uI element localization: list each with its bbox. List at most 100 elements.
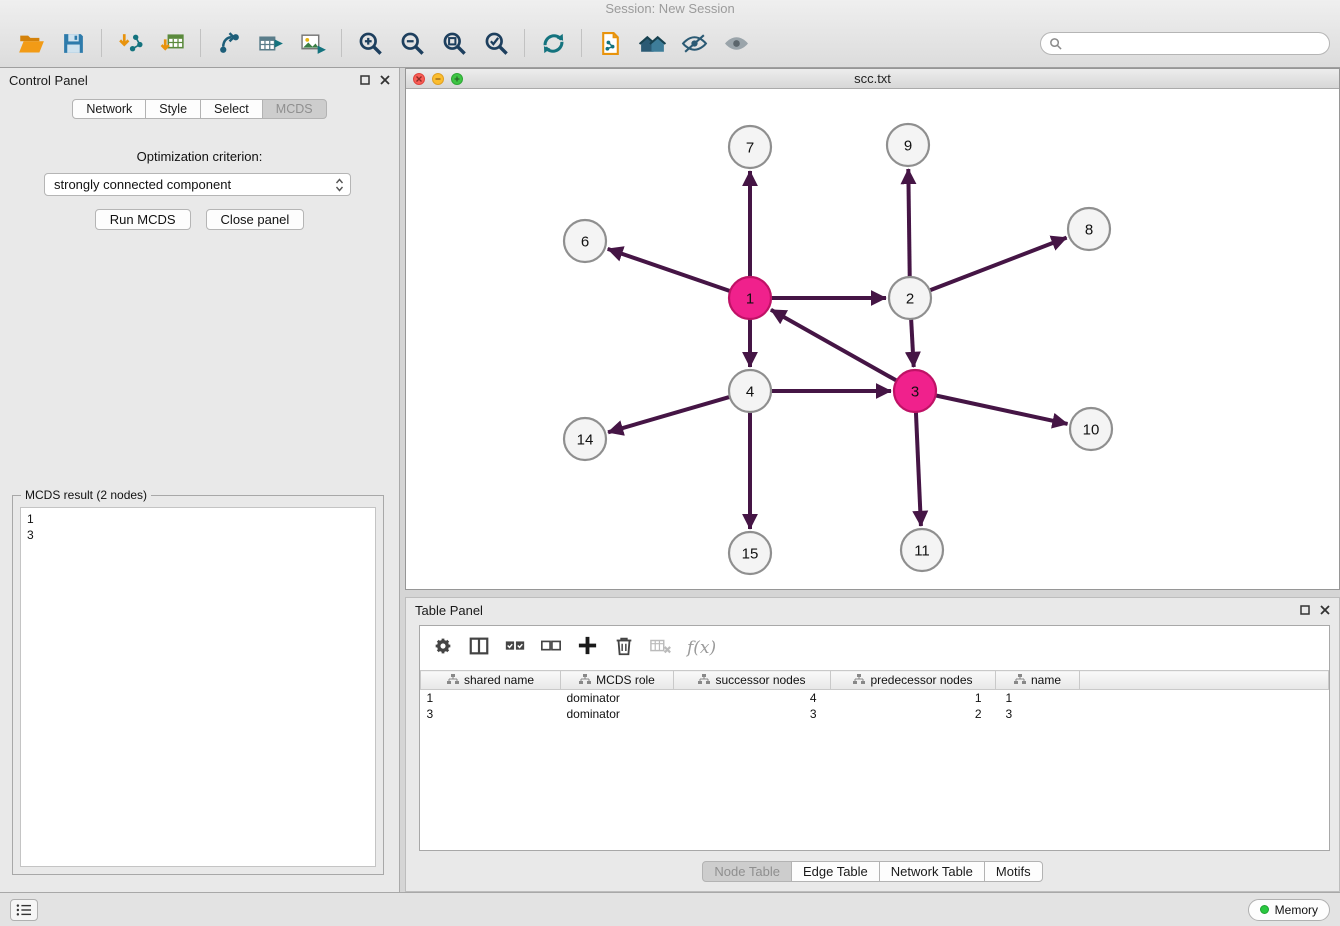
column-header-name[interactable]: name — [996, 671, 1080, 690]
new-network-icon — [217, 31, 242, 56]
column-header-successor-nodes[interactable]: successor nodes — [674, 671, 831, 690]
float-panel-button[interactable] — [360, 75, 370, 85]
save-session-button[interactable] — [52, 24, 94, 62]
paste-network-button[interactable] — [589, 24, 631, 62]
column-header-MCDS-role[interactable]: MCDS role — [561, 671, 674, 690]
search-input[interactable] — [1067, 36, 1321, 50]
column-header-shared-name[interactable]: shared name — [421, 671, 561, 690]
table-cell: 3 — [421, 706, 561, 722]
export-image-button[interactable] — [292, 24, 334, 62]
minimize-window-button[interactable] — [432, 73, 444, 85]
graph-node-14[interactable]: 14 — [564, 418, 606, 460]
tab-network-table[interactable]: Network Table — [879, 861, 985, 882]
graph-edge-3-10[interactable] — [934, 395, 1068, 424]
graph-node-6[interactable]: 6 — [564, 220, 606, 262]
tab-edge-table[interactable]: Edge Table — [791, 861, 880, 882]
graph-edge-3-1[interactable] — [771, 310, 899, 382]
import-table-button[interactable] — [151, 24, 193, 62]
optimization-criterion-select[interactable]: strongly connected component — [44, 173, 351, 196]
close-window-button[interactable] — [413, 73, 425, 85]
graph-node-8[interactable]: 8 — [1068, 208, 1110, 250]
export-image-icon — [300, 31, 327, 56]
table-row[interactable]: 1dominator411 — [421, 690, 1329, 706]
visibility-off-button[interactable] — [673, 24, 715, 62]
minimize-icon — [434, 75, 442, 83]
table-panel: Table Panel — [405, 597, 1340, 892]
zoom-fit-button[interactable] — [433, 24, 475, 62]
open-session-button[interactable] — [10, 24, 52, 62]
attribute-type-icon — [1014, 674, 1026, 685]
graph-node-label: 8 — [1085, 222, 1093, 239]
graph-edge-3-11[interactable] — [916, 410, 921, 526]
table-cell: 4 — [674, 690, 831, 706]
graph-node-label: 2 — [906, 291, 914, 308]
zoom-selected-button[interactable] — [475, 24, 517, 62]
search-icon — [1049, 37, 1062, 50]
export-table-button[interactable] — [250, 24, 292, 62]
refresh-button[interactable] — [532, 24, 574, 62]
graph-node-11[interactable]: 11 — [901, 529, 943, 571]
close-panel-button[interactable] — [1320, 605, 1330, 615]
visibility-on-button[interactable] — [715, 24, 757, 62]
delete-column-button[interactable] — [613, 635, 635, 662]
optimization-criterion-label: Optimization criterion: — [0, 149, 399, 164]
attribute-type-icon — [579, 674, 591, 685]
table-settings-button[interactable] — [432, 635, 454, 662]
graph-node-10[interactable]: 10 — [1070, 408, 1112, 450]
close-panel-button-inline[interactable]: Close panel — [206, 209, 305, 230]
tab-select[interactable]: Select — [200, 99, 263, 119]
float-panel-button[interactable] — [1300, 605, 1310, 615]
graph-node-3[interactable]: 3 — [894, 370, 936, 412]
deselect-all-button[interactable] — [540, 635, 562, 662]
new-network-button[interactable] — [208, 24, 250, 62]
run-mcds-button[interactable]: Run MCDS — [95, 209, 191, 230]
maximize-window-button[interactable] — [451, 73, 463, 85]
graph-node-2[interactable]: 2 — [889, 277, 931, 319]
search-box[interactable] — [1040, 32, 1330, 55]
zoom-out-button[interactable] — [391, 24, 433, 62]
function-builder-button: f(x) — [687, 638, 716, 658]
task-history-button[interactable] — [10, 899, 38, 921]
houses-button[interactable] — [631, 24, 673, 62]
visibility-on-icon — [723, 31, 750, 56]
show-columns-button[interactable] — [468, 635, 490, 662]
mcds-result-list[interactable]: 13 — [20, 507, 376, 867]
graph-edge-2-9[interactable] — [908, 169, 909, 279]
select-all-button[interactable] — [504, 635, 526, 662]
list-icon — [15, 903, 33, 917]
zoom-in-button[interactable] — [349, 24, 391, 62]
tab-style[interactable]: Style — [145, 99, 201, 119]
table-toolbar: f(x) — [420, 626, 1329, 670]
table-cell: 2 — [831, 706, 996, 722]
mcds-result-groupbox: MCDS result (2 nodes) 13 — [12, 495, 384, 875]
refresh-icon — [540, 30, 567, 57]
graph-edge-2-3[interactable] — [911, 317, 914, 367]
column-label: shared name — [464, 673, 534, 687]
memory-button[interactable]: Memory — [1248, 899, 1330, 921]
add-column-button[interactable] — [576, 634, 599, 662]
import-network-button[interactable] — [109, 24, 151, 62]
graph-edge-2-8[interactable] — [928, 238, 1067, 292]
close-panel-button[interactable] — [380, 75, 390, 85]
tab-mcds[interactable]: MCDS — [262, 99, 327, 119]
graph-node-7[interactable]: 7 — [729, 126, 771, 168]
graph-node-9[interactable]: 9 — [887, 124, 929, 166]
graph-node-15[interactable]: 15 — [729, 532, 771, 574]
graph-edge-4-14[interactable] — [608, 396, 732, 432]
application-window: Session: New Session — [0, 0, 1340, 926]
table-row[interactable]: 3dominator323 — [421, 706, 1329, 722]
graph-node-label: 4 — [746, 384, 754, 401]
control-panel-title: Control Panel — [9, 73, 88, 88]
column-header-predecessor-nodes[interactable]: predecessor nodes — [831, 671, 996, 690]
zoom-in-icon — [357, 30, 384, 57]
network-graph[interactable]: 7 9 6 8 1 2 4 3 14 10 15 11 — [406, 89, 1339, 589]
graph-node-4[interactable]: 4 — [729, 370, 771, 412]
graph-node-1[interactable]: 1 — [729, 277, 771, 319]
selected-option: strongly connected component — [54, 177, 231, 192]
tab-node-table[interactable]: Node Table — [702, 861, 792, 882]
network-canvas[interactable]: 7 9 6 8 1 2 4 3 14 10 15 11 — [406, 89, 1339, 589]
tab-motifs[interactable]: Motifs — [984, 861, 1043, 882]
graph-edge-1-6[interactable] — [608, 249, 732, 292]
mcds-result-title: MCDS result (2 nodes) — [21, 488, 151, 502]
tab-network[interactable]: Network — [72, 99, 146, 119]
